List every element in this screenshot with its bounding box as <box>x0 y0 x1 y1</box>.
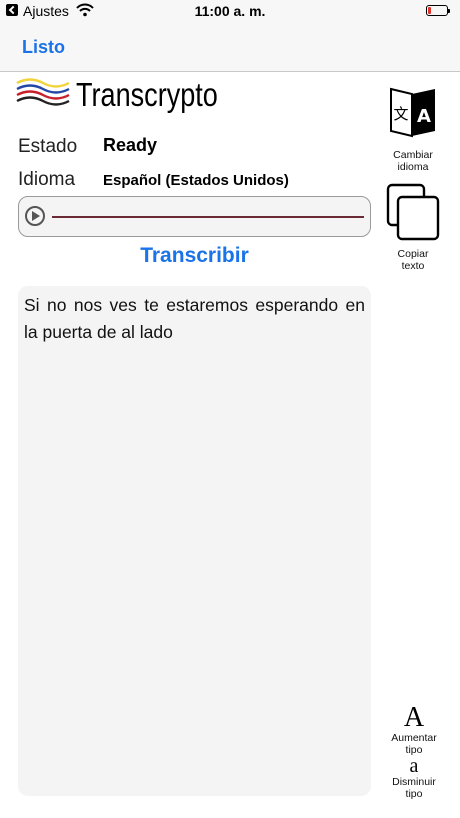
navigation-bar: Listo <box>0 22 460 72</box>
change-language-label-line1: Cambiar <box>393 149 433 161</box>
language-value: Español (Estados Unidos) <box>103 172 289 189</box>
logo-waves-icon <box>16 78 70 106</box>
decrease-font-label-line2: tipo <box>405 788 423 800</box>
play-icon[interactable] <box>25 206 45 226</box>
app-logo: Transcrypto <box>16 74 236 118</box>
svg-text:文: 文 <box>393 105 408 123</box>
status-label: Estado <box>18 136 78 157</box>
status-value: Ready <box>103 135 158 155</box>
increase-font-icon: A <box>403 702 425 733</box>
translate-icon: 文 A <box>390 87 435 138</box>
decrease-font-icon: a <box>409 755 419 777</box>
done-button[interactable]: Listo <box>22 37 65 58</box>
app-title: Transcrypto <box>76 76 218 113</box>
copy-text-label-line1: Copiar <box>397 248 429 260</box>
transcript-text-area[interactable]: Si no nos ves te estaremos esperando en … <box>18 286 371 796</box>
copy-icon <box>386 183 440 241</box>
clock: 11:00 a. m. <box>194 3 266 19</box>
change-language-button[interactable]: 文 A Cambiar idioma <box>383 86 443 173</box>
battery-icon <box>426 5 450 16</box>
increase-font-button[interactable]: A Aumentar tipo <box>384 702 444 757</box>
transcript-text: Si no nos ves te estaremos esperando en … <box>24 295 365 342</box>
increase-font-label-line1: Aumentar <box>391 732 437 744</box>
svg-text:A: A <box>417 106 431 127</box>
copy-text-label-line2: texto <box>401 260 425 272</box>
audio-player <box>18 196 371 237</box>
decrease-font-button[interactable]: a Disminuir tipo <box>384 756 444 800</box>
copy-text-button[interactable]: Copiar texto <box>382 183 444 272</box>
language-label: Idioma <box>18 169 76 190</box>
change-language-label-line2: idioma <box>397 161 429 173</box>
battery-level <box>428 7 431 14</box>
decrease-font-label-line1: Disminuir <box>392 776 436 788</box>
status-bar: Ajustes 11:00 a. m. <box>0 0 460 22</box>
audio-progress-track[interactable] <box>52 216 364 218</box>
transcribe-button[interactable]: Transcribir <box>0 244 389 268</box>
